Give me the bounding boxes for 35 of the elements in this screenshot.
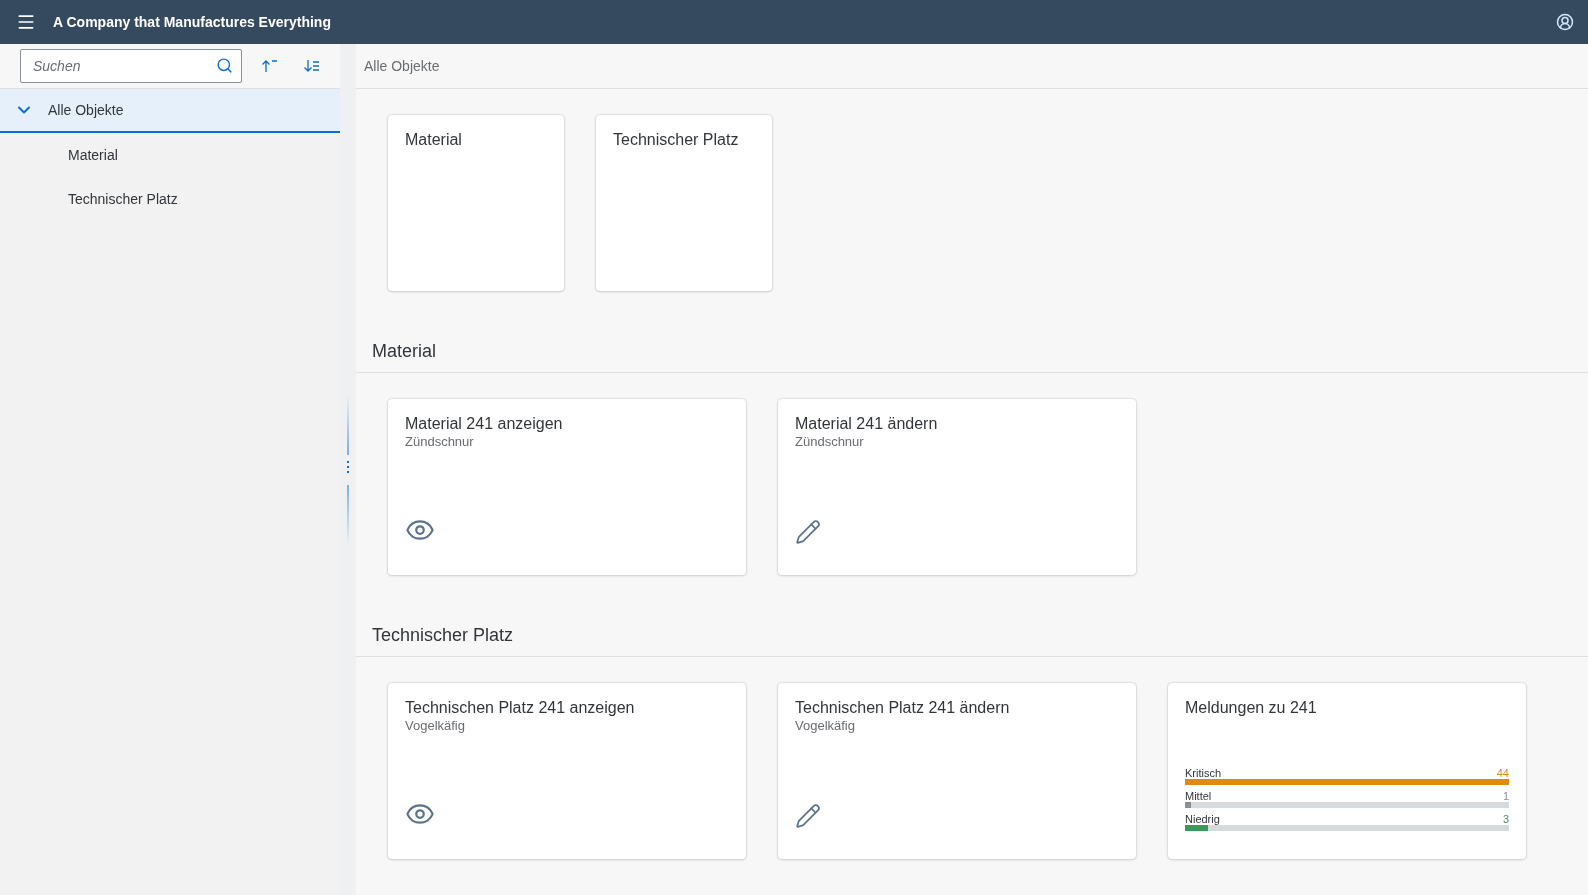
tile-subtitle: Vogelkäfig: [405, 718, 466, 733]
search-icon: [216, 57, 233, 74]
tile[interactable]: Meldungen zu 241 Kritisch 44 Mittel 1 Niedrig 3: [1168, 683, 1526, 859]
tree-item[interactable]: Alle Objekte: [0, 89, 340, 133]
app-title: A Company that Manufactures Everything: [53, 14, 332, 30]
bar-label: Mittel: [1185, 790, 1212, 802]
bar-label: Kritisch: [1185, 767, 1222, 779]
tile-subtitle: Zündschnur: [405, 434, 475, 449]
tile[interactable]: Material: [388, 115, 564, 291]
tile[interactable]: Material 241 ändern Zündschnur: [778, 399, 1136, 575]
bar-value: 3: [1502, 813, 1509, 825]
tile[interactable]: Technischen Platz 241 ändern Vogelkäfig: [778, 683, 1136, 859]
menu-icon[interactable]: [16, 12, 36, 32]
tile[interactable]: Technischer Platz: [596, 115, 772, 291]
search-field[interactable]: Suchen: [20, 49, 242, 83]
tile-title: Material 241 anzeigen: [405, 415, 564, 433]
tile-title: Technischen Platz 241 ändern: [795, 699, 1011, 717]
breadcrumb: Alle Objekte: [356, 44, 1588, 89]
tile-title: Technischer Platz: [613, 131, 740, 149]
tile-title: Material: [405, 131, 463, 149]
bar-label: Niedrig: [1185, 813, 1220, 825]
pencil-icon: [795, 803, 821, 829]
bar-value: 44: [1496, 767, 1509, 779]
tile-title: Technischen Platz 241 anzeigen: [405, 699, 636, 717]
user-icon[interactable]: [1556, 13, 1574, 31]
tile-subtitle: Vogelkäfig: [795, 718, 856, 733]
tile-subtitle: Zündschnur: [795, 434, 865, 449]
tile[interactable]: Material 241 anzeigen Zündschnur: [388, 399, 746, 575]
section-title: Technischer Platz: [356, 599, 1588, 657]
tile[interactable]: Technischen Platz 241 anzeigen Vogelkäfig: [388, 683, 746, 859]
pencil-icon: [795, 519, 821, 545]
section-title: Material: [356, 315, 1588, 373]
tile-title: Material 241 ändern: [795, 415, 939, 433]
tile-title: Meldungen zu 241: [1185, 699, 1318, 717]
bar-value: 1: [1502, 790, 1509, 802]
